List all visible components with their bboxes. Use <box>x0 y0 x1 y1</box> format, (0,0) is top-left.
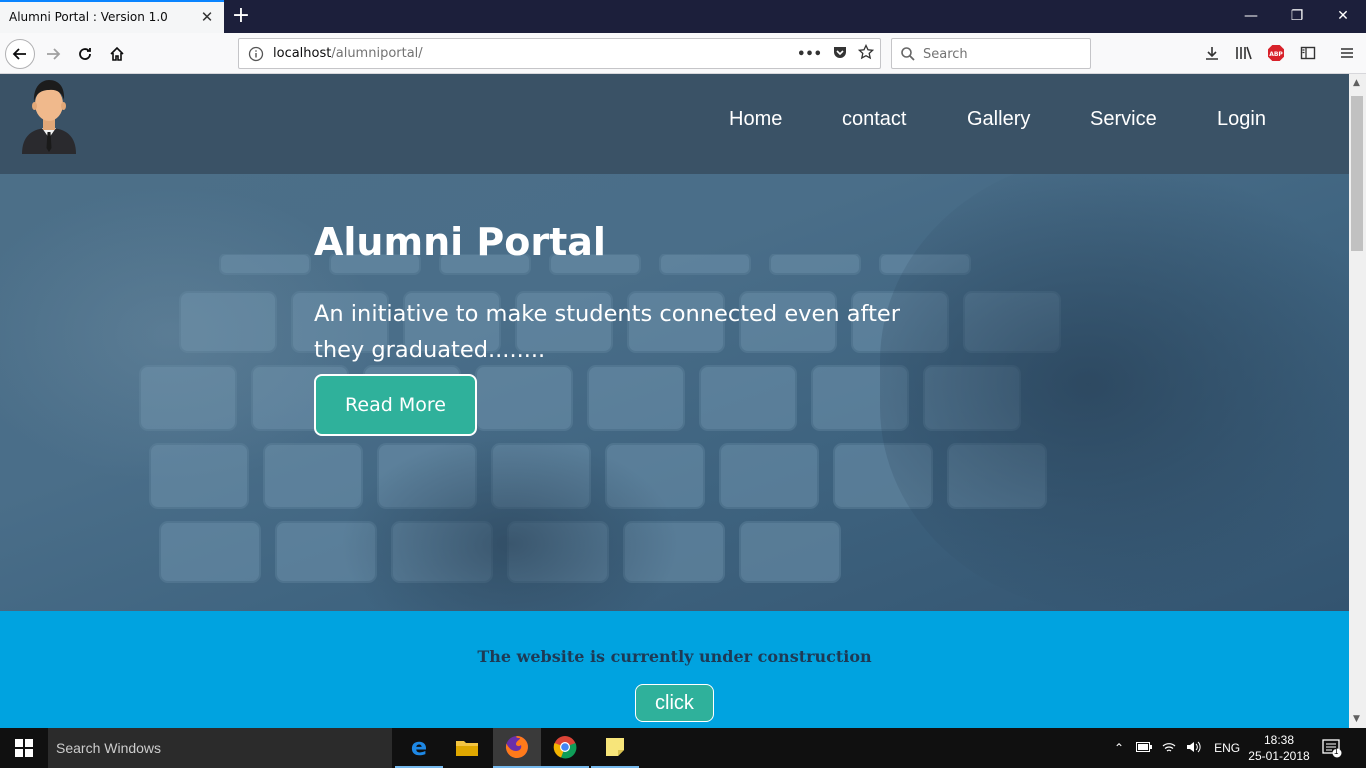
hand-right-shape <box>880 174 1349 611</box>
reload-icon <box>79 48 91 60</box>
restore-button[interactable]: ❐ <box>1274 0 1320 33</box>
search-bar[interactable]: Search <box>891 38 1091 69</box>
click-button[interactable]: click <box>635 684 714 722</box>
taskbar-search-text: Search Windows <box>56 740 162 756</box>
search-placeholder: Search <box>923 47 968 62</box>
nav-link-service[interactable]: Service <box>1090 108 1157 131</box>
battery-icon[interactable] <box>1136 741 1153 755</box>
page-viewport: Home contact Gallery Service Login Alumn… <box>0 74 1349 728</box>
tab-close-icon[interactable]: ✕ <box>198 8 216 26</box>
sticky-notes-icon[interactable] <box>591 728 639 768</box>
library-icon[interactable] <box>1233 42 1255 64</box>
volume-icon[interactable] <box>1186 740 1202 757</box>
back-arrow-icon <box>12 48 26 60</box>
scroll-thumb[interactable] <box>1351 96 1363 251</box>
construction-notice-text: The website is currently under construct… <box>477 647 872 666</box>
windows-start-icon[interactable] <box>0 728 48 768</box>
home-icon <box>110 46 124 61</box>
search-icon <box>900 46 916 66</box>
system-tray: ⌃ ENG <box>1114 728 1240 768</box>
sidebar-icon[interactable] <box>1297 42 1319 64</box>
read-more-button[interactable]: Read More <box>314 374 477 436</box>
browser-tab[interactable]: Alumni Portal : Version 1.0 ✕ <box>0 0 224 33</box>
downloads-icon[interactable] <box>1201 42 1223 64</box>
bookmark-star-icon[interactable] <box>857 43 875 64</box>
firefox-icon[interactable] <box>493 728 541 768</box>
tab-title: Alumni Portal : Version 1.0 <box>9 10 168 24</box>
notification-count: 1 <box>1334 747 1339 756</box>
url-text: localhost/alumniportal/ <box>273 46 423 61</box>
nav-link-contact[interactable]: contact <box>842 108 906 131</box>
url-bar[interactable]: localhost/alumniportal/ ••• <box>238 38 881 69</box>
url-host: localhost <box>273 46 332 61</box>
minimize-button[interactable]: — <box>1228 0 1274 33</box>
new-tab-button[interactable]: + <box>230 4 252 28</box>
page-scrollbar[interactable]: ▲ ▼ <box>1349 74 1366 728</box>
menu-hamburger-icon[interactable] <box>1336 42 1358 64</box>
wifi-icon[interactable] <box>1162 741 1176 756</box>
site-header: Home contact Gallery Service Login <box>0 74 1349 174</box>
svg-text:ABP: ABP <box>1269 51 1283 58</box>
forward-arrow-icon <box>47 48 61 60</box>
nav-link-login[interactable]: Login <box>1217 108 1266 131</box>
action-center-icon[interactable]: 1 <box>1322 738 1342 762</box>
notice-section: The website is currently under construct… <box>0 611 1349 728</box>
browser-tab-strip: Alumni Portal : Version 1.0 ✕ + — ❐ ✕ <box>0 0 1366 33</box>
language-indicator[interactable]: ENG <box>1214 741 1240 755</box>
clock-time: 18:38 <box>1263 733 1295 747</box>
clock-date: 25-01-2018 <box>1248 749 1310 763</box>
hero-section: Alumni Portal An initiative to make stud… <box>0 174 1349 611</box>
page-actions-icon[interactable]: ••• <box>797 47 822 62</box>
site-info-icon[interactable] <box>248 46 264 66</box>
home-button[interactable] <box>102 39 132 69</box>
taskbar-search-box[interactable]: Search Windows <box>48 728 392 768</box>
back-button[interactable] <box>5 39 35 69</box>
chrome-icon[interactable] <box>541 728 589 768</box>
clock[interactable]: 18:38 25-01-2018 <box>1244 732 1314 764</box>
pocket-icon[interactable] <box>832 44 848 64</box>
forward-button[interactable] <box>38 39 68 69</box>
scroll-down-arrow-icon[interactable]: ▼ <box>1353 714 1360 724</box>
url-path: /alumniportal/ <box>331 46 423 61</box>
browser-toolbar: localhost/alumniportal/ ••• Search ABP <box>0 33 1366 74</box>
scroll-up-arrow-icon[interactable]: ▲ <box>1353 78 1360 88</box>
svg-text:e: e <box>411 735 427 759</box>
reload-button[interactable] <box>70 39 100 69</box>
windows-taskbar: Search Windows e ⌃ ENG 18:38 25-01-2018 … <box>0 728 1366 768</box>
nav-link-gallery[interactable]: Gallery <box>967 108 1030 131</box>
edge-icon[interactable]: e <box>395 728 443 768</box>
nav-link-home[interactable]: Home <box>729 108 782 131</box>
hero-subtitle: An initiative to make students connected… <box>314 301 900 363</box>
adblock-plus-icon[interactable]: ABP <box>1265 42 1287 64</box>
file-explorer-icon[interactable] <box>443 728 491 768</box>
show-hidden-icons-chevron-icon[interactable]: ⌃ <box>1114 741 1124 755</box>
close-window-button[interactable]: ✕ <box>1320 0 1366 33</box>
hero-title: Alumni Portal <box>314 220 606 264</box>
avatar-logo-icon[interactable] <box>18 76 80 154</box>
